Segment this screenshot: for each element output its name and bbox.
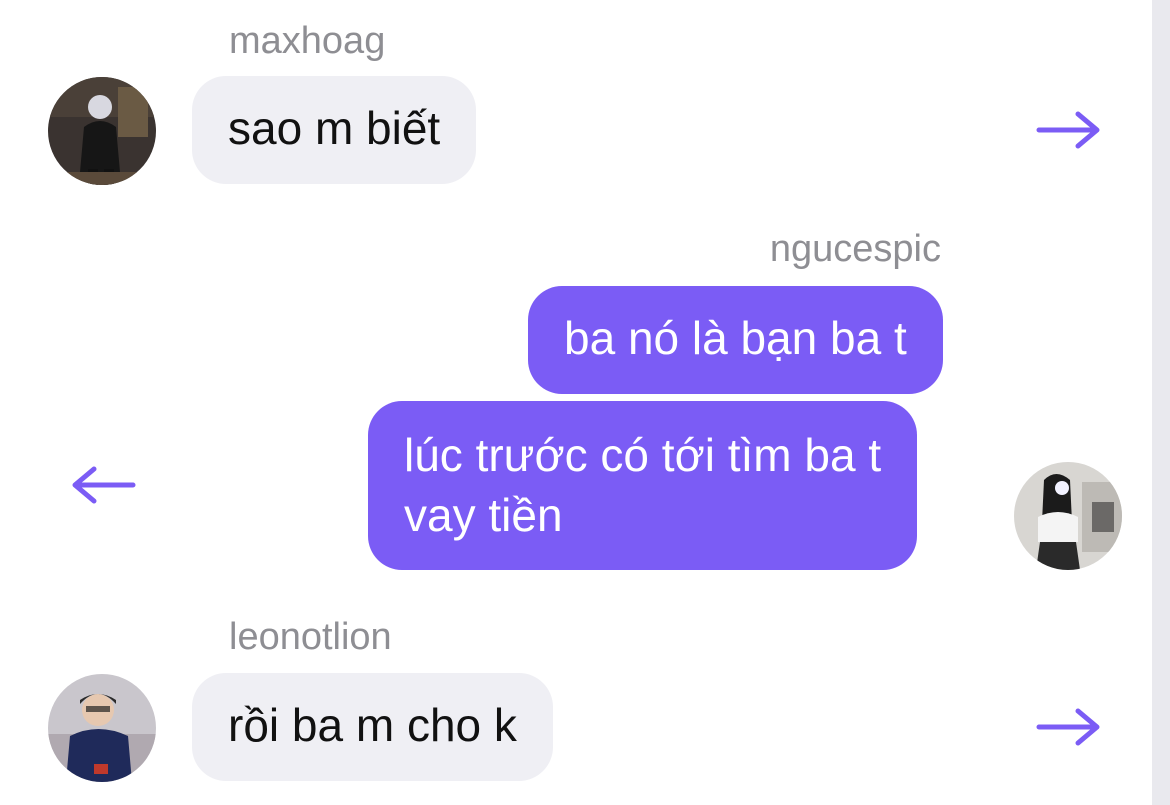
message-bubble-incoming[interactable]: sao m biết <box>192 76 477 184</box>
message-bubble-incoming[interactable]: rồi ba m cho k <box>192 673 553 781</box>
avatar-maxhoag[interactable] <box>48 77 156 185</box>
arrow-right-icon <box>1036 111 1100 149</box>
message-text-line-2: vay tiền <box>404 489 563 541</box>
reply-arrow-left[interactable] <box>70 465 136 505</box>
message-text-line-1: lúc trước có tới tìm ba t <box>404 429 882 481</box>
reply-arrow-right[interactable] <box>1036 110 1102 150</box>
reply-arrow-right[interactable] <box>1036 707 1102 747</box>
avatar-photo-icon <box>1014 462 1122 570</box>
message-bubble-outgoing[interactable]: ba nó là bạn ba t <box>528 286 943 394</box>
message-text: sao m biết <box>228 102 441 154</box>
sender-name-ngucespic: ngucespic <box>769 228 941 270</box>
message-bubble-outgoing[interactable]: lúc trước có tới tìm ba t vay tiền <box>368 401 918 570</box>
avatar-ngucespic[interactable] <box>1014 462 1122 570</box>
arrow-right-icon <box>1036 708 1100 746</box>
message-text: rồi ba m cho k <box>228 699 517 751</box>
sender-name-leonotlion: leonotlion <box>229 616 392 658</box>
avatar-photo-icon <box>48 674 156 782</box>
avatar-leonotlion[interactable] <box>48 674 156 782</box>
arrow-left-icon <box>72 466 136 504</box>
sender-name-maxhoag: maxhoag <box>229 20 386 62</box>
scroll-edge <box>1152 0 1170 805</box>
avatar-photo-icon <box>48 77 156 185</box>
message-text: ba nó là bạn ba t <box>564 312 907 364</box>
